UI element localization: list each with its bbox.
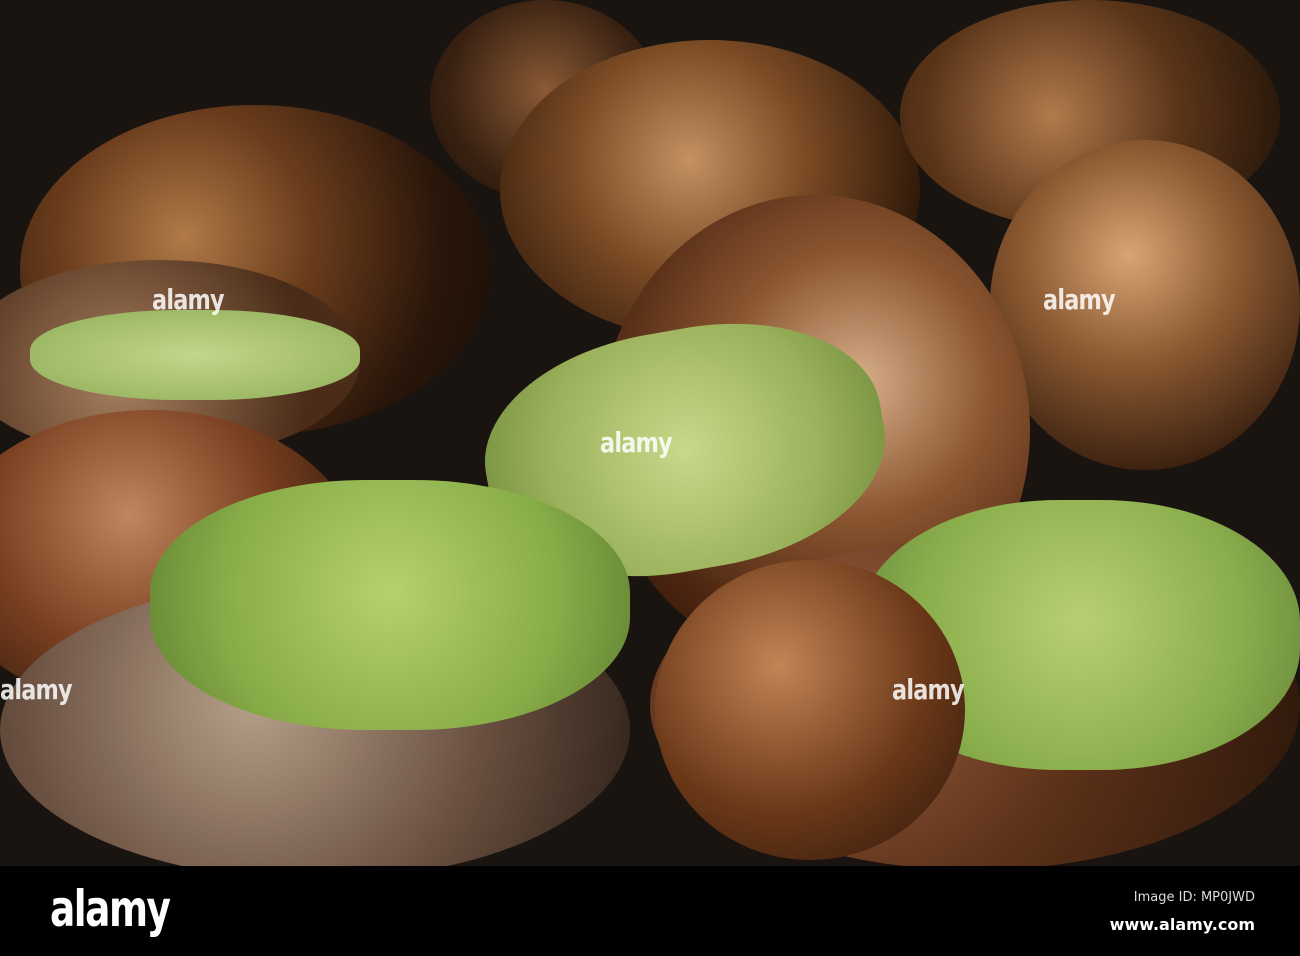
- garlic-butter: [150, 480, 630, 730]
- snail-shell: [655, 560, 965, 860]
- watermark: alamy: [152, 283, 225, 316]
- image-id: Image ID: MP0JWD: [1133, 890, 1255, 905]
- escargot-photo: alamy alamy alamy alamy alamy: [0, 0, 1300, 866]
- footer-bar: alamy Image ID: MP0JWD www.alamy.com: [0, 866, 1300, 956]
- watermark: alamy: [0, 673, 73, 706]
- watermark: alamy: [1043, 283, 1116, 316]
- alamy-logo: alamy: [50, 880, 171, 938]
- garlic-butter: [30, 310, 360, 400]
- stock-photo-page: alamy alamy alamy alamy alamy alamy Imag…: [0, 0, 1300, 956]
- website-link[interactable]: www.alamy.com: [1110, 915, 1255, 934]
- watermark: alamy: [600, 426, 673, 459]
- snail-shell: [990, 140, 1300, 470]
- watermark: alamy: [892, 673, 965, 706]
